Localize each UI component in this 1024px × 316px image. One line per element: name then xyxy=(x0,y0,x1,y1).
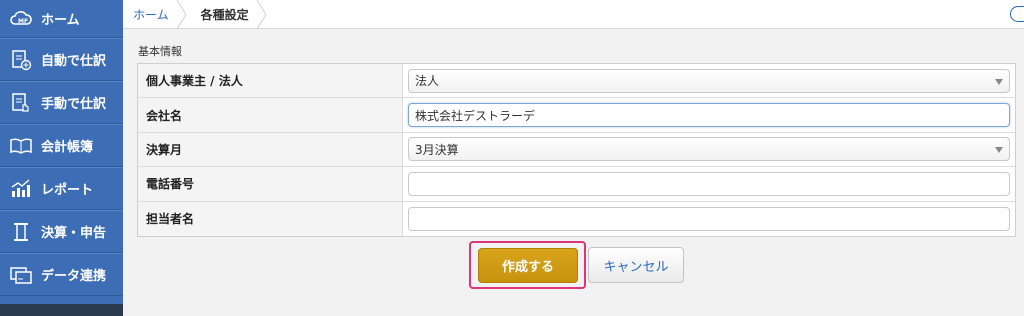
sidebar-item-label: 自動で仕訳 xyxy=(41,54,107,69)
svg-text:MF: MF xyxy=(18,18,28,25)
sidebar-item-label: ホーム xyxy=(41,13,80,28)
sidebar-item-home[interactable]: MF ホーム xyxy=(0,0,123,38)
sidebar-item-manual-journal[interactable]: 手動で仕訳 xyxy=(0,81,123,124)
sidebar-item-auto-journal[interactable]: 自動で仕訳 xyxy=(0,38,123,81)
caret-down-icon xyxy=(995,147,1003,154)
breadcrumb-home[interactable]: ホーム xyxy=(123,0,187,29)
sidebar-item-data-link[interactable]: データ連携 xyxy=(0,253,123,296)
document-hand-icon xyxy=(8,90,34,116)
document-plus-icon xyxy=(8,47,34,73)
sidebar-item-ledger[interactable]: 会計帳簿 xyxy=(0,124,123,167)
section-title: 基本情報 xyxy=(138,45,182,58)
form-row-fiscal-month: 決算月 3月決算 xyxy=(138,132,1015,168)
basic-info-form: 個人事業主 / 法人 法人 会社名 株式会社デストラーデ 決算月 3月決算 電話… xyxy=(137,63,1016,237)
sidebar-item-label: 会計帳簿 xyxy=(41,140,94,155)
sidebar-item-label: レポート xyxy=(41,183,94,198)
entity-type-select[interactable]: 法人 xyxy=(408,68,1010,93)
chevron-right-icon xyxy=(256,0,267,29)
breadcrumb-home-label: ホーム xyxy=(133,7,169,22)
phone-number-input[interactable] xyxy=(408,171,1010,196)
sidebar-footer xyxy=(0,304,123,316)
field-label: 会社名 xyxy=(138,98,403,132)
contact-person-input[interactable] xyxy=(408,206,1010,231)
create-button[interactable]: 作成する xyxy=(478,248,578,283)
sidebar: MF ホーム 自動で仕訳 手動で仕訳 会計帳簿 レポート 決算・申告 データ連携 xyxy=(0,0,123,316)
select-value: 3月決算 xyxy=(415,142,459,157)
form-row-entity-type: 個人事業主 / 法人 法人 xyxy=(138,64,1015,99)
form-row-phone: 電話番号 xyxy=(138,167,1015,202)
sidebar-item-label: 決算・申告 xyxy=(41,226,107,241)
fiscal-month-select[interactable]: 3月決算 xyxy=(408,137,1010,162)
sidebar-item-report[interactable]: レポート xyxy=(0,167,123,210)
chart-icon xyxy=(8,176,34,202)
book-icon xyxy=(8,133,34,159)
sidebar-item-label: 手動で仕訳 xyxy=(41,97,107,112)
chevron-right-icon xyxy=(176,0,187,29)
breadcrumb-current: 各種設定 xyxy=(187,0,267,29)
field-label: 個人事業主 / 法人 xyxy=(138,64,403,98)
cancel-button[interactable]: キャンセル xyxy=(588,247,684,283)
breadcrumb: ホーム 各種設定 xyxy=(123,0,1024,29)
card-icon xyxy=(8,262,34,288)
input-value: 株式会社デストラーデ xyxy=(415,108,536,123)
select-value: 法人 xyxy=(415,74,440,89)
field-label: 担当者名 xyxy=(138,201,403,236)
sidebar-item-label: データ連携 xyxy=(41,269,107,284)
sidebar-item-settlement[interactable]: 決算・申告 xyxy=(0,210,123,253)
company-name-input[interactable]: 株式会社デストラーデ xyxy=(408,103,1010,128)
cloud-mf-icon: MF xyxy=(8,6,34,32)
caret-down-icon xyxy=(995,78,1003,85)
field-label: 電話番号 xyxy=(138,167,403,201)
help-icon[interactable] xyxy=(1010,6,1024,22)
form-row-company-name: 会社名 株式会社デストラーデ xyxy=(138,98,1015,133)
form-row-contact: 担当者名 xyxy=(138,201,1015,236)
field-label: 決算月 xyxy=(138,132,403,167)
column-icon xyxy=(8,219,34,245)
breadcrumb-current-label: 各種設定 xyxy=(200,7,249,22)
